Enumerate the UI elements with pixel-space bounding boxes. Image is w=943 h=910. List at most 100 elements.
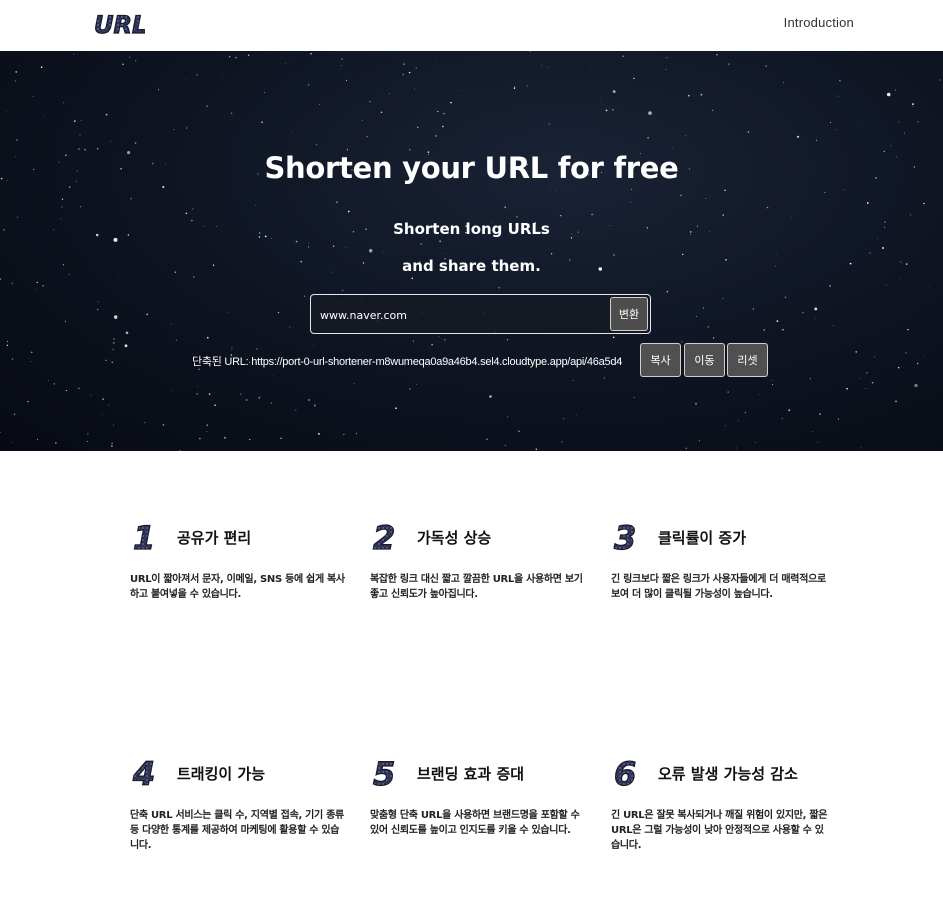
star-dot: [437, 110, 439, 113]
star-dot: [129, 56, 131, 58]
number-2-icon: 2: [372, 519, 395, 555]
star-dot: [866, 372, 868, 374]
star-dot: [507, 416, 509, 418]
star-dot: [30, 360, 32, 362]
star-dot: [725, 425, 726, 427]
star-dot: [738, 420, 739, 422]
star-dot: [771, 384, 773, 386]
star-dot: [680, 194, 682, 196]
star-dot: [87, 433, 89, 435]
star-dot: [417, 126, 419, 128]
star-dot: [600, 101, 602, 103]
number-3-icon: 3: [613, 519, 636, 555]
star-dot: [13, 413, 16, 415]
convert-button[interactable]: 변환: [610, 297, 648, 331]
star-dot: [395, 407, 397, 410]
star-dot: [247, 54, 250, 56]
star-dot: [829, 122, 831, 123]
reset-button[interactable]: 리셋: [727, 343, 768, 377]
star-dot: [408, 71, 411, 74]
svg-text:1: 1: [133, 519, 155, 555]
go-button[interactable]: 이동: [684, 343, 725, 377]
star-dot: [14, 80, 17, 82]
star-dot: [55, 442, 57, 444]
star-dot: [700, 93, 703, 96]
hero-subtitle-line1: Shorten long URLs: [393, 220, 550, 238]
star-dot: [871, 381, 874, 384]
star-dot: [917, 121, 919, 123]
star-dot: [890, 145, 892, 147]
star-dot: [15, 71, 17, 73]
star-dot: [549, 189, 551, 190]
star-dot: [912, 103, 914, 105]
star-dot: [859, 378, 861, 379]
star-dot: [775, 253, 777, 255]
star-dot: [307, 246, 310, 248]
star-dot: [79, 206, 82, 208]
star-dot: [529, 51, 531, 52]
star-dot: [824, 191, 826, 193]
star-dot: [861, 124, 862, 126]
number-4-icon: 4: [131, 755, 155, 791]
star-dot: [231, 349, 233, 351]
star-dot: [923, 202, 925, 205]
star-dot: [186, 126, 188, 128]
star-dot: [78, 148, 80, 150]
star-dot: [439, 240, 441, 243]
star-dot: [814, 317, 816, 319]
star-dot: [633, 77, 635, 80]
star-dot: [681, 253, 684, 256]
star-dot: [506, 339, 509, 341]
star-dot: [249, 439, 251, 441]
star-dot: [175, 339, 178, 342]
star-dot: [435, 135, 437, 137]
star-dot: [812, 431, 813, 432]
star-dot: [110, 140, 112, 142]
star-dot: [295, 240, 298, 243]
star-dot: [308, 399, 310, 401]
star-dot: [865, 388, 867, 389]
star-dot: [230, 112, 233, 114]
star-dot: [776, 320, 779, 322]
star-dot: [556, 189, 557, 191]
feature-title: 가독성 상승: [417, 529, 492, 547]
star-dot: [765, 65, 767, 67]
number-6-icon: 6: [613, 755, 636, 791]
star-dot: [6, 344, 9, 346]
nav-introduction-link[interactable]: Introduction: [784, 15, 854, 30]
star-dot: [819, 413, 821, 415]
star-dot: [280, 437, 282, 440]
star-dot: [590, 68, 592, 70]
star-dot: [835, 129, 837, 131]
star-dot: [73, 53, 75, 55]
star-dot: [504, 206, 507, 209]
star-dot: [809, 378, 811, 380]
star-dot: [631, 188, 633, 190]
star-dot: [613, 254, 615, 256]
star-dot: [105, 359, 107, 361]
copy-button[interactable]: 복사: [640, 343, 681, 377]
star-dot: [724, 189, 726, 192]
site-logo[interactable]: URL: [93, 8, 145, 38]
url-input-group: 변환: [310, 294, 651, 334]
feature-title: 공유가 편리: [177, 529, 252, 547]
star-dot: [716, 54, 718, 56]
star-dot: [415, 67, 417, 69]
star-dot: [747, 131, 750, 133]
star-dot: [671, 148, 673, 149]
star-dot: [312, 345, 314, 347]
star-dot: [518, 430, 520, 433]
star-dot: [196, 393, 198, 395]
star-dot: [782, 328, 784, 331]
star-dot: [839, 79, 841, 82]
star-dot: [111, 445, 113, 447]
star-dot: [563, 418, 565, 420]
star-dot: [73, 120, 76, 122]
url-input[interactable]: [320, 305, 600, 325]
star-dot: [906, 346, 907, 347]
star-dot: [314, 405, 316, 407]
star-dot: [90, 394, 92, 396]
star-dot: [199, 437, 201, 440]
star-dot: [630, 201, 631, 203]
star-dot: [815, 139, 818, 142]
